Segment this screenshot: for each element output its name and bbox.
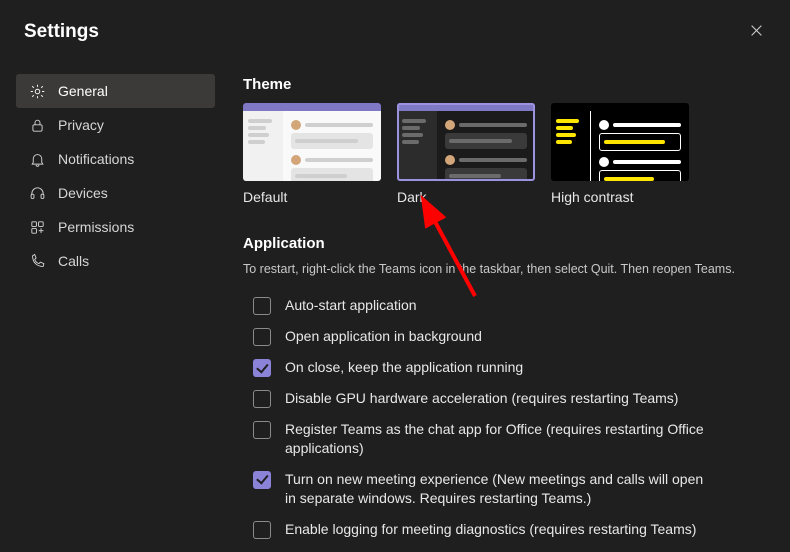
app-option[interactable]: Register Teams as the chat app for Offic… xyxy=(243,414,766,464)
sidebar-item-permissions[interactable]: Permissions xyxy=(16,210,215,244)
theme-heading: Theme xyxy=(243,76,766,93)
app-option-label: Enable logging for meeting diagnostics (… xyxy=(285,520,696,539)
app-option[interactable]: On close, keep the application running xyxy=(243,352,766,383)
theme-option-default[interactable]: Default xyxy=(243,103,381,205)
theme-label: Default xyxy=(243,189,381,205)
checkbox[interactable] xyxy=(253,471,271,489)
theme-label: Dark xyxy=(397,189,535,205)
app-option-label: Open application in background xyxy=(285,327,482,346)
theme-thumbnail xyxy=(551,103,689,181)
lock-icon xyxy=(28,116,46,134)
phone-icon xyxy=(28,252,46,270)
checkbox[interactable] xyxy=(253,390,271,408)
sidebar-item-label: General xyxy=(58,83,108,99)
checkbox[interactable] xyxy=(253,421,271,439)
checkbox[interactable] xyxy=(253,521,271,539)
settings-sidebar: General Privacy Notifications Devices Permis… xyxy=(0,74,215,552)
theme-thumbnail xyxy=(397,103,535,181)
bell-icon xyxy=(28,150,46,168)
application-heading: Application xyxy=(243,235,766,252)
app-option-label: Turn on new meeting experience (New meet… xyxy=(285,470,715,508)
close-icon xyxy=(750,24,763,40)
sidebar-item-label: Devices xyxy=(58,185,108,201)
app-option[interactable]: Disable GPU hardware acceleration (requi… xyxy=(243,383,766,414)
page-title: Settings xyxy=(24,21,99,43)
close-button[interactable] xyxy=(742,18,770,46)
app-option-label: Disable GPU hardware acceleration (requi… xyxy=(285,389,678,408)
theme-thumbnail xyxy=(243,103,381,181)
app-option-label: Auto-start application xyxy=(285,296,417,315)
sidebar-item-general[interactable]: General xyxy=(16,74,215,108)
sidebar-item-notifications[interactable]: Notifications xyxy=(16,142,215,176)
sidebar-item-privacy[interactable]: Privacy xyxy=(16,108,215,142)
app-option[interactable]: Enable logging for meeting diagnostics (… xyxy=(243,514,766,545)
theme-options: Default Dark High contrast xyxy=(243,103,766,205)
theme-option-hc[interactable]: High contrast xyxy=(551,103,689,205)
headset-icon xyxy=(28,184,46,202)
checkbox[interactable] xyxy=(253,328,271,346)
theme-label: High contrast xyxy=(551,189,689,205)
sidebar-item-label: Notifications xyxy=(58,151,134,167)
sidebar-item-label: Privacy xyxy=(58,117,104,133)
application-hint: To restart, right-click the Teams icon i… xyxy=(243,262,766,276)
sidebar-item-label: Calls xyxy=(58,253,89,269)
sidebar-item-calls[interactable]: Calls xyxy=(16,244,215,278)
app-option[interactable]: Turn on new meeting experience (New meet… xyxy=(243,464,766,514)
checkbox[interactable] xyxy=(253,297,271,315)
apps-icon xyxy=(28,218,46,236)
app-option-label: On close, keep the application running xyxy=(285,358,523,377)
gear-icon xyxy=(28,82,46,100)
app-option[interactable]: Open application in background xyxy=(243,321,766,352)
app-option-label: Register Teams as the chat app for Offic… xyxy=(285,420,715,458)
theme-option-dark[interactable]: Dark xyxy=(397,103,535,205)
app-option[interactable]: Auto-start application xyxy=(243,290,766,321)
sidebar-item-devices[interactable]: Devices xyxy=(16,176,215,210)
checkbox[interactable] xyxy=(253,359,271,377)
sidebar-item-label: Permissions xyxy=(58,219,134,235)
